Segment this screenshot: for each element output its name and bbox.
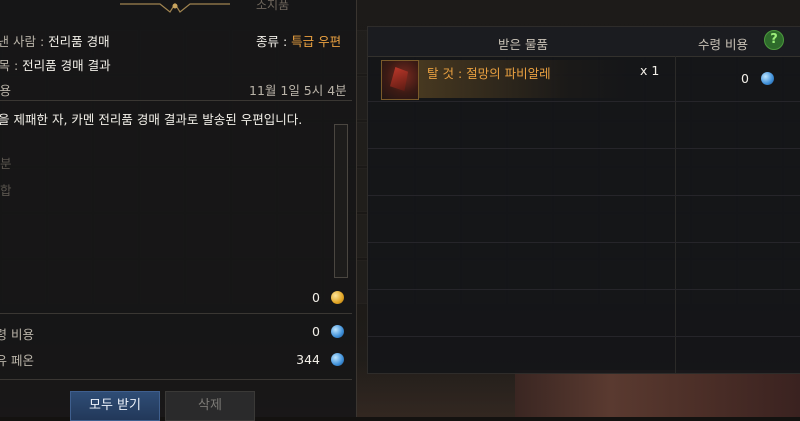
mail-body-text: 을 제패한 자, 카멘 전리품 경매 결과로 발송된 우편입니다.	[0, 112, 303, 127]
side-label-2: 합	[0, 183, 12, 198]
header-divider	[0, 100, 352, 101]
mount-item-icon[interactable]	[381, 60, 419, 100]
item-cost-coin-icon	[761, 72, 774, 85]
content-label: 내용	[0, 83, 12, 98]
footer-divider	[0, 379, 352, 380]
fee-label: 수령 비용	[0, 327, 34, 342]
received-items-panel: 받은 물품 수령 비용 ? 탈 것 : 절망의 파비알레 x 1 0	[367, 26, 800, 374]
gold-amount: 0	[312, 290, 320, 305]
sender-label: 보낸 사람 :	[0, 34, 45, 49]
row-divider	[368, 289, 800, 290]
mail-date: 11월 1일 5시 4분	[249, 83, 347, 98]
row-divider	[368, 101, 800, 102]
row-divider	[368, 148, 800, 149]
fee-amount: 0	[312, 324, 320, 339]
background-terrain	[515, 370, 800, 417]
amount-divider	[0, 313, 352, 314]
gold-coin-icon	[331, 291, 344, 304]
row-divider	[368, 336, 800, 337]
side-label-1: 분	[0, 156, 12, 171]
sender-value: 전리품 경매	[48, 34, 110, 49]
received-items-header: 받은 물품 수령 비용 ?	[368, 27, 800, 57]
type-value: 특급 우편	[291, 34, 342, 49]
subject-row: 제목 : 전리품 경매 결과	[0, 55, 111, 74]
panel-top-label: 소지품	[256, 0, 290, 12]
column-divider	[675, 56, 676, 373]
phoenix-coin-icon	[331, 325, 344, 338]
phoenix-balance-icon	[331, 353, 344, 366]
items-column-header: 받은 물품	[498, 37, 548, 52]
item-cost: 0	[741, 71, 749, 86]
phoenix-amount: 344	[296, 352, 320, 367]
row-divider	[368, 242, 800, 243]
sender-row: 보낸 사람 : 전리품 경매	[0, 31, 110, 50]
body-scrollbar[interactable]	[334, 124, 348, 278]
help-icon[interactable]: ?	[764, 30, 784, 50]
item-name: 탈 것 : 절망의 파비알레	[427, 66, 551, 81]
type-label: 종류 :	[256, 34, 288, 49]
mail-detail-panel: 소지품 보낸 사람 : 전리품 경매 종류 : 특급 우편 제목 : 전리품 경…	[0, 0, 357, 421]
panel-ornament-icon	[120, 2, 230, 13]
cost-column-header: 수령 비용	[698, 37, 748, 52]
subject-label: 제목 :	[0, 58, 19, 73]
type-row: 종류 : 특급 우편	[256, 31, 341, 50]
subject-value: 전리품 경매 결과	[22, 58, 111, 73]
phoenix-label: 보유 페온	[0, 353, 34, 368]
item-quantity: x 1	[640, 63, 660, 78]
row-divider	[368, 195, 800, 196]
